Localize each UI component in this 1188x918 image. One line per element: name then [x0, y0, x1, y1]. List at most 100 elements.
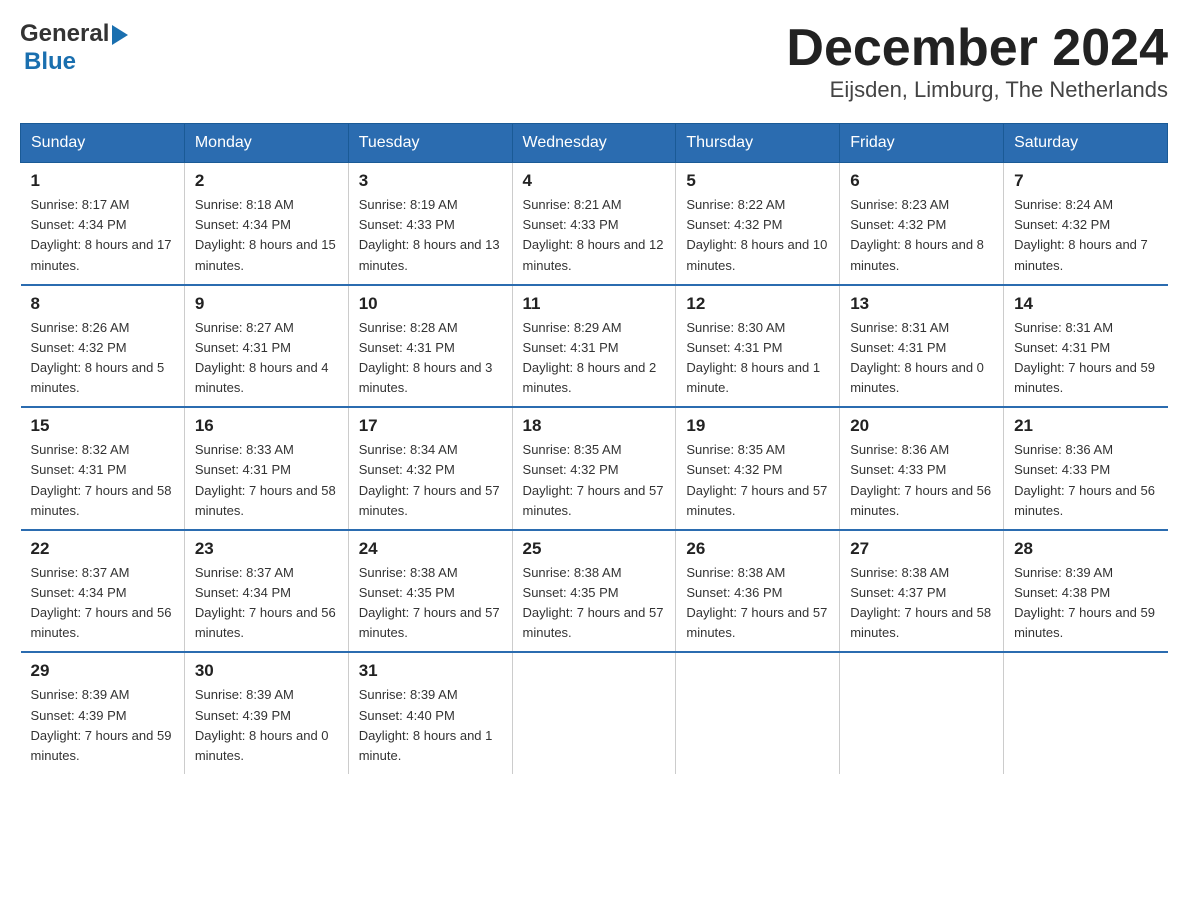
calendar-cell: 31Sunrise: 8:39 AMSunset: 4:40 PMDayligh…: [348, 652, 512, 774]
day-number: 19: [686, 416, 829, 436]
day-number: 23: [195, 539, 338, 559]
day-number: 9: [195, 294, 338, 314]
day-info: Sunrise: 8:37 AMSunset: 4:34 PMDaylight:…: [195, 563, 338, 644]
calendar-cell: 30 Sunrise: 8:39 AMSunset: 4:39 PMDayligh…: [184, 652, 348, 774]
logo-blue-text: Blue: [24, 48, 76, 75]
day-info: Sunrise: 8:38 AMSunset: 4:35 PMDaylight:…: [359, 563, 502, 644]
calendar-cell: 13 Sunrise: 8:31 AMSunset: 4:31 PMDayligh…: [840, 285, 1004, 408]
calendar-week-row: 22 Sunrise: 8:37 AMSunset: 4:34 PMDayligh…: [21, 530, 1168, 653]
calendar-cell: 8 Sunrise: 8:26 AMSunset: 4:32 PMDaylight…: [21, 285, 185, 408]
day-number: 26: [686, 539, 829, 559]
day-number: 21: [1014, 416, 1157, 436]
month-title: December 2024: [786, 20, 1168, 77]
day-info: Sunrise: 8:22 AMSunset: 4:32 PMDaylight:…: [686, 195, 829, 276]
calendar-table: SundayMondayTuesdayWednesdayThursdayFrid…: [20, 123, 1168, 774]
calendar-week-row: 15Sunrise: 8:32 AMSunset: 4:31 PMDayligh…: [21, 407, 1168, 530]
calendar-cell: 22 Sunrise: 8:37 AMSunset: 4:34 PMDayligh…: [21, 530, 185, 653]
logo-general-text: General: [20, 20, 109, 48]
day-info: Sunrise: 8:39 AMSunset: 4:40 PMDaylight:…: [359, 685, 502, 766]
day-info: Sunrise: 8:17 AMSunset: 4:34 PMDaylight:…: [31, 195, 174, 276]
calendar-cell: 16 Sunrise: 8:33 AMSunset: 4:31 PMDayligh…: [184, 407, 348, 530]
calendar-cell: 17 Sunrise: 8:34 AMSunset: 4:32 PMDayligh…: [348, 407, 512, 530]
day-number: 8: [31, 294, 174, 314]
day-info: Sunrise: 8:35 AMSunset: 4:32 PMDaylight:…: [523, 440, 666, 521]
calendar-cell: 5 Sunrise: 8:22 AMSunset: 4:32 PMDaylight…: [676, 163, 840, 285]
calendar-cell: 21 Sunrise: 8:36 AMSunset: 4:33 PMDayligh…: [1004, 407, 1168, 530]
calendar-header-saturday: Saturday: [1004, 124, 1168, 163]
calendar-week-row: 8 Sunrise: 8:26 AMSunset: 4:32 PMDaylight…: [21, 285, 1168, 408]
day-number: 27: [850, 539, 993, 559]
calendar-cell: [512, 652, 676, 774]
calendar-header-thursday: Thursday: [676, 124, 840, 163]
calendar-cell: 3Sunrise: 8:19 AMSunset: 4:33 PMDaylight…: [348, 163, 512, 285]
day-info: Sunrise: 8:26 AMSunset: 4:32 PMDaylight:…: [31, 318, 174, 399]
calendar-cell: 19 Sunrise: 8:35 AMSunset: 4:32 PMDayligh…: [676, 407, 840, 530]
day-info: Sunrise: 8:27 AMSunset: 4:31 PMDaylight:…: [195, 318, 338, 399]
day-info: Sunrise: 8:31 AMSunset: 4:31 PMDaylight:…: [850, 318, 993, 399]
day-number: 29: [31, 661, 174, 681]
page-header: General Blue December 2024 Eijsden, Limb…: [20, 20, 1168, 103]
day-info: Sunrise: 8:36 AMSunset: 4:33 PMDaylight:…: [850, 440, 993, 521]
day-number: 20: [850, 416, 993, 436]
day-number: 17: [359, 416, 502, 436]
location-title: Eijsden, Limburg, The Netherlands: [786, 77, 1168, 103]
day-number: 30: [195, 661, 338, 681]
calendar-cell: 9 Sunrise: 8:27 AMSunset: 4:31 PMDaylight…: [184, 285, 348, 408]
day-number: 18: [523, 416, 666, 436]
calendar-week-row: 29 Sunrise: 8:39 AMSunset: 4:39 PMDayligh…: [21, 652, 1168, 774]
calendar-cell: [1004, 652, 1168, 774]
day-info: Sunrise: 8:18 AMSunset: 4:34 PMDaylight:…: [195, 195, 338, 276]
day-info: Sunrise: 8:34 AMSunset: 4:32 PMDaylight:…: [359, 440, 502, 521]
calendar-cell: 4Sunrise: 8:21 AMSunset: 4:33 PMDaylight…: [512, 163, 676, 285]
calendar-cell: 11Sunrise: 8:29 AMSunset: 4:31 PMDayligh…: [512, 285, 676, 408]
day-info: Sunrise: 8:36 AMSunset: 4:33 PMDaylight:…: [1014, 440, 1157, 521]
day-number: 14: [1014, 294, 1157, 314]
day-info: Sunrise: 8:38 AMSunset: 4:35 PMDaylight:…: [523, 563, 666, 644]
calendar-cell: 28Sunrise: 8:39 AMSunset: 4:38 PMDayligh…: [1004, 530, 1168, 653]
day-info: Sunrise: 8:33 AMSunset: 4:31 PMDaylight:…: [195, 440, 338, 521]
day-number: 13: [850, 294, 993, 314]
calendar-header-sunday: Sunday: [21, 124, 185, 163]
calendar-header-wednesday: Wednesday: [512, 124, 676, 163]
calendar-cell: 20 Sunrise: 8:36 AMSunset: 4:33 PMDayligh…: [840, 407, 1004, 530]
logo: General Blue: [20, 20, 128, 76]
day-number: 2: [195, 171, 338, 191]
day-number: 10: [359, 294, 502, 314]
day-info: Sunrise: 8:31 AMSunset: 4:31 PMDaylight:…: [1014, 318, 1157, 399]
logo-arrow-icon: [112, 25, 128, 45]
day-info: Sunrise: 8:38 AMSunset: 4:37 PMDaylight:…: [850, 563, 993, 644]
calendar-cell: 15Sunrise: 8:32 AMSunset: 4:31 PMDayligh…: [21, 407, 185, 530]
day-number: 12: [686, 294, 829, 314]
day-info: Sunrise: 8:39 AMSunset: 4:38 PMDaylight:…: [1014, 563, 1157, 644]
day-info: Sunrise: 8:35 AMSunset: 4:32 PMDaylight:…: [686, 440, 829, 521]
day-info: Sunrise: 8:37 AMSunset: 4:34 PMDaylight:…: [31, 563, 174, 644]
calendar-cell: 27 Sunrise: 8:38 AMSunset: 4:37 PMDayligh…: [840, 530, 1004, 653]
title-block: December 2024 Eijsden, Limburg, The Neth…: [786, 20, 1168, 103]
calendar-cell: 12 Sunrise: 8:30 AMSunset: 4:31 PMDayligh…: [676, 285, 840, 408]
day-info: Sunrise: 8:28 AMSunset: 4:31 PMDaylight:…: [359, 318, 502, 399]
day-info: Sunrise: 8:39 AMSunset: 4:39 PMDaylight:…: [195, 685, 338, 766]
calendar-cell: 6 Sunrise: 8:23 AMSunset: 4:32 PMDaylight…: [840, 163, 1004, 285]
calendar-header-row: SundayMondayTuesdayWednesdayThursdayFrid…: [21, 124, 1168, 163]
day-number: 3: [359, 171, 502, 191]
calendar-week-row: 1Sunrise: 8:17 AMSunset: 4:34 PMDaylight…: [21, 163, 1168, 285]
calendar-header-monday: Monday: [184, 124, 348, 163]
calendar-cell: 24Sunrise: 8:38 AMSunset: 4:35 PMDayligh…: [348, 530, 512, 653]
calendar-cell: 23 Sunrise: 8:37 AMSunset: 4:34 PMDayligh…: [184, 530, 348, 653]
day-number: 22: [31, 539, 174, 559]
day-number: 16: [195, 416, 338, 436]
calendar-cell: [676, 652, 840, 774]
calendar-cell: 14 Sunrise: 8:31 AMSunset: 4:31 PMDayligh…: [1004, 285, 1168, 408]
day-info: Sunrise: 8:23 AMSunset: 4:32 PMDaylight:…: [850, 195, 993, 276]
calendar-cell: 18 Sunrise: 8:35 AMSunset: 4:32 PMDayligh…: [512, 407, 676, 530]
day-number: 11: [523, 294, 666, 314]
day-number: 7: [1014, 171, 1157, 191]
day-number: 4: [523, 171, 666, 191]
day-number: 6: [850, 171, 993, 191]
calendar-cell: 25 Sunrise: 8:38 AMSunset: 4:35 PMDayligh…: [512, 530, 676, 653]
day-number: 25: [523, 539, 666, 559]
day-info: Sunrise: 8:38 AMSunset: 4:36 PMDaylight:…: [686, 563, 829, 644]
calendar-cell: 1Sunrise: 8:17 AMSunset: 4:34 PMDaylight…: [21, 163, 185, 285]
day-number: 5: [686, 171, 829, 191]
day-info: Sunrise: 8:30 AMSunset: 4:31 PMDaylight:…: [686, 318, 829, 399]
